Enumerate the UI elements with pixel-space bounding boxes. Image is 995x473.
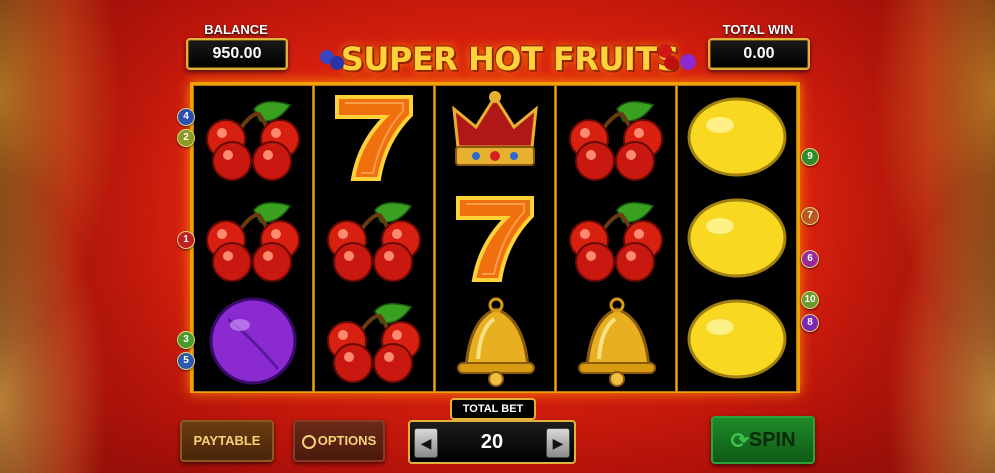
total-bet-control: ◀ 20 ▶ (408, 420, 576, 464)
lemon-icon (678, 289, 796, 390)
lemon-icon (678, 188, 796, 289)
total-bet-label: TOTAL BET (450, 398, 536, 420)
cherry-icon (557, 87, 675, 188)
left-arrow-icon[interactable]: ◀ (414, 428, 438, 458)
options-button[interactable]: OPTIONS (293, 420, 385, 462)
reel-area (190, 82, 800, 393)
total-win-label: TOTAL WIN (722, 22, 794, 37)
plum-icon (680, 54, 696, 70)
balance-label: BALANCE (204, 22, 268, 37)
payline-marker-8: 8 (801, 314, 819, 332)
paytable-button[interactable]: PAYTABLE (180, 420, 274, 462)
cherry-icon (315, 188, 433, 289)
payline-marker-9: 9 (801, 148, 819, 166)
cherry-icon (194, 188, 312, 289)
payline-marker-6: 6 (801, 250, 819, 268)
reel-3 (435, 85, 555, 392)
spin-button[interactable]: ⟳SPIN (711, 416, 815, 464)
flame-decoration-right (805, 0, 995, 473)
payline-marker-4: 4 (177, 108, 195, 126)
plum-icon (194, 289, 312, 390)
payline-marker-5: 5 (177, 352, 195, 370)
right-arrow-icon[interactable]: ▶ (546, 428, 570, 458)
logo-text: SUPER HOT FRUITS (340, 40, 680, 78)
balance-value: 950.00 (186, 38, 288, 70)
reel-2 (314, 85, 434, 392)
payline-marker-3: 3 (177, 331, 195, 349)
bell-icon (557, 289, 675, 390)
payline-marker-7: 7 (801, 207, 819, 225)
options-label: OPTIONS (317, 433, 377, 448)
cherry-icon (557, 188, 675, 289)
reel-4 (556, 85, 676, 392)
grape-icon (330, 56, 344, 70)
spin-label: SPIN (748, 429, 796, 451)
total-bet-value: 20 (480, 431, 504, 453)
refresh-icon: ⟳ (730, 427, 749, 453)
seven-icon (315, 87, 433, 188)
cherry-icon (664, 56, 678, 70)
total-win-value: 0.00 (708, 38, 810, 70)
cherry-icon (315, 289, 433, 390)
bell-icon (436, 289, 554, 390)
payline-marker-10: 10 (801, 291, 819, 309)
seven-icon (436, 188, 554, 289)
payline-marker-2: 2 (177, 129, 195, 147)
lemon-icon (678, 87, 796, 188)
cherry-icon (194, 87, 312, 188)
reel-5 (677, 85, 797, 392)
crown-icon (436, 87, 554, 188)
reel-1 (193, 85, 313, 392)
flame-decoration-left (0, 0, 190, 473)
gear-icon (301, 434, 316, 449)
game-logo: SUPER HOT FRUITS (320, 36, 700, 82)
payline-marker-1: 1 (177, 231, 195, 249)
